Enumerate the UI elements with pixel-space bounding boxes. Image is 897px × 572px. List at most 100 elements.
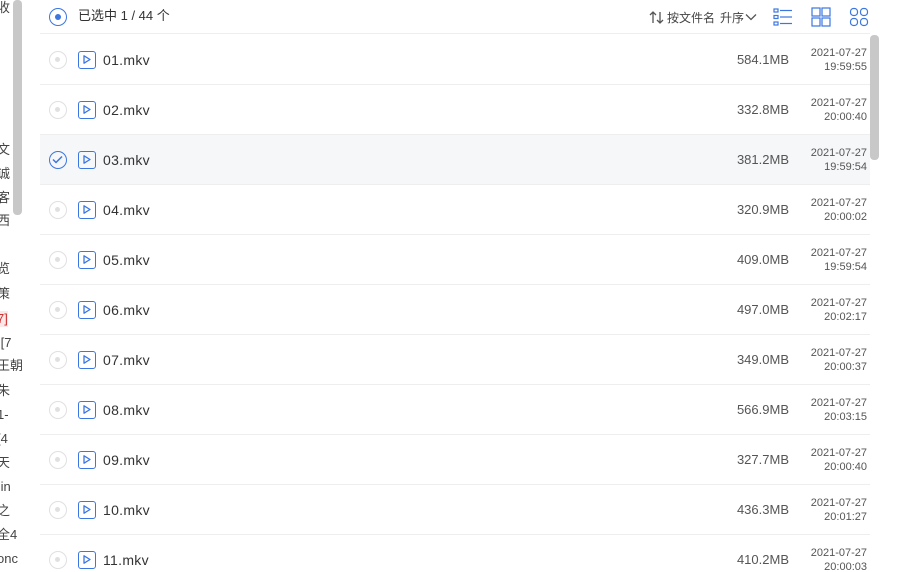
- list-view-icon[interactable]: [773, 7, 793, 27]
- select-all-toggle[interactable]: [49, 8, 67, 26]
- file-modified-date: 2021-07-27 20:00:37: [811, 346, 867, 374]
- left-pane-text[interactable]: 收: [0, 0, 10, 16]
- file-date-time: 20:01:27: [824, 511, 867, 523]
- file-modified-date: 2021-07-27 19:59:55: [811, 46, 867, 74]
- video-file-icon: [78, 551, 96, 569]
- row-checkbox[interactable]: [49, 551, 67, 569]
- left-pane: 收 文 诚 客 西 览 策 7] ][7 王朝 朱 1- [4 天 .in 之 …: [0, 0, 24, 572]
- file-modified-date: 2021-07-27 20:02:17: [811, 296, 867, 324]
- file-row[interactable]: 07.mkv 349.0MB 2021-07-27 20:00:37: [40, 335, 870, 385]
- selection-count: 已选中 1 / 44 个: [78, 8, 170, 23]
- thumbnail-view-icon[interactable]: [849, 7, 869, 27]
- file-list: 01.mkv 584.1MB 2021-07-27 19:59:55 02.mk…: [40, 35, 870, 572]
- sort-button[interactable]: 按文件名 升序: [648, 8, 757, 26]
- row-checkbox[interactable]: [49, 151, 67, 169]
- video-file-icon: [78, 101, 96, 119]
- file-name[interactable]: 11.mkv: [103, 552, 149, 569]
- left-pane-text[interactable]: 王朝: [0, 358, 23, 374]
- file-date-day: 2021-07-27: [810, 247, 867, 259]
- left-pane-text[interactable]: 天: [0, 455, 10, 471]
- file-modified-date: 2021-07-27 20:00:02: [811, 196, 867, 224]
- row-checkbox[interactable]: [49, 251, 67, 269]
- file-row[interactable]: 03.mkv 381.2MB 2021-07-27 19:59:54: [40, 135, 870, 185]
- video-file-icon: [78, 301, 96, 319]
- file-size: 349.0MB: [736, 352, 789, 367]
- file-name[interactable]: 10.mkv: [103, 502, 150, 519]
- file-date-day: 2021-07-27: [810, 397, 867, 409]
- sort-field-label: 按文件名: [667, 10, 716, 25]
- file-size: 409.0MB: [736, 252, 789, 267]
- file-modified-date: 2021-07-27 19:59:54: [811, 246, 867, 274]
- left-pane-text[interactable]: 1-: [0, 407, 9, 423]
- left-pane-text[interactable]: ][7: [0, 335, 11, 351]
- file-name[interactable]: 05.mkv: [103, 252, 150, 269]
- file-name[interactable]: 09.mkv: [103, 452, 150, 469]
- video-file-icon: [78, 351, 96, 369]
- left-pane-text[interactable]: 诚: [0, 166, 10, 182]
- row-checkbox[interactable]: [49, 351, 67, 369]
- video-file-icon: [78, 401, 96, 419]
- video-file-icon: [78, 501, 96, 519]
- file-row[interactable]: 06.mkv 497.0MB 2021-07-27 20:02:17: [40, 285, 870, 335]
- left-pane-text[interactable]: 文: [0, 142, 10, 158]
- left-pane-text[interactable]: .in: [0, 479, 11, 495]
- left-pane-text[interactable]: 西: [0, 213, 10, 229]
- file-name[interactable]: 07.mkv: [103, 352, 150, 369]
- file-name[interactable]: 02.mkv: [103, 102, 150, 119]
- left-pane-text[interactable]: onc: [0, 551, 18, 567]
- file-date-time: 20:00:40: [824, 461, 867, 473]
- file-modified-date: 2021-07-27 20:00:40: [811, 446, 867, 474]
- video-file-icon: [78, 201, 96, 219]
- file-row[interactable]: 08.mkv 566.9MB 2021-07-27 20:03:15: [40, 385, 870, 435]
- file-row[interactable]: 11.mkv 410.2MB 2021-07-27 20:00:03: [40, 535, 870, 572]
- left-pane-text[interactable]: [4: [0, 431, 8, 447]
- file-modified-date: 2021-07-27 19:59:54: [811, 146, 867, 174]
- grid-view-icon[interactable]: [811, 7, 831, 27]
- file-name[interactable]: 04.mkv: [103, 202, 150, 219]
- file-date-time: 20:00:03: [824, 561, 867, 572]
- row-checkbox[interactable]: [49, 101, 67, 119]
- file-name[interactable]: 01.mkv: [103, 52, 150, 69]
- left-pane-scrollbar[interactable]: [13, 0, 22, 215]
- file-row[interactable]: 05.mkv 409.0MB 2021-07-27 19:59:54: [40, 235, 870, 285]
- left-pane-text[interactable]: 客: [0, 190, 10, 206]
- file-row[interactable]: 01.mkv 584.1MB 2021-07-27 19:59:55: [40, 35, 870, 85]
- file-size: 497.0MB: [736, 302, 789, 317]
- file-modified-date: 2021-07-27 20:00:03: [811, 546, 867, 572]
- sort-order-label: 升序: [720, 10, 745, 25]
- file-size: 327.7MB: [736, 452, 789, 467]
- file-date-day: 2021-07-27: [810, 97, 867, 109]
- file-size: 320.9MB: [736, 202, 789, 217]
- file-name[interactable]: 03.mkv: [103, 152, 150, 169]
- left-pane-text[interactable]: 朱: [0, 383, 10, 399]
- file-date-day: 2021-07-27: [810, 197, 867, 209]
- file-date-day: 2021-07-27: [810, 297, 867, 309]
- file-row[interactable]: 09.mkv 327.7MB 2021-07-27 20:00:40: [40, 435, 870, 485]
- file-name[interactable]: 08.mkv: [103, 402, 150, 419]
- file-size: 410.2MB: [736, 552, 789, 567]
- left-pane-text[interactable]: 7]: [0, 311, 8, 327]
- file-name[interactable]: 06.mkv: [103, 302, 150, 319]
- left-pane-text[interactable]: 览: [0, 261, 10, 277]
- row-checkbox[interactable]: [49, 401, 67, 419]
- left-pane-text[interactable]: 策: [0, 286, 10, 302]
- left-pane-text[interactable]: 之: [0, 503, 10, 519]
- file-date-day: 2021-07-27: [810, 147, 867, 159]
- left-pane-text[interactable]: 全4: [0, 527, 17, 543]
- row-checkbox[interactable]: [49, 301, 67, 319]
- file-row[interactable]: 04.mkv 320.9MB 2021-07-27 20:00:02: [40, 185, 870, 235]
- file-date-time: 19:59:55: [824, 61, 867, 73]
- file-row[interactable]: 10.mkv 436.3MB 2021-07-27 20:01:27: [40, 485, 870, 535]
- file-size: 436.3MB: [736, 502, 789, 517]
- file-date-day: 2021-07-27: [810, 547, 867, 559]
- row-checkbox[interactable]: [49, 501, 67, 519]
- file-row[interactable]: 02.mkv 332.8MB 2021-07-27 20:00:40: [40, 85, 870, 135]
- file-modified-date: 2021-07-27 20:00:40: [811, 96, 867, 124]
- list-header: 已选中 1 / 44 个 按文件名 升序: [40, 0, 870, 34]
- row-checkbox[interactable]: [49, 451, 67, 469]
- video-file-icon: [78, 151, 96, 169]
- file-list-scrollbar[interactable]: [870, 35, 879, 160]
- row-checkbox[interactable]: [49, 51, 67, 69]
- video-file-icon: [78, 51, 96, 69]
- row-checkbox[interactable]: [49, 201, 67, 219]
